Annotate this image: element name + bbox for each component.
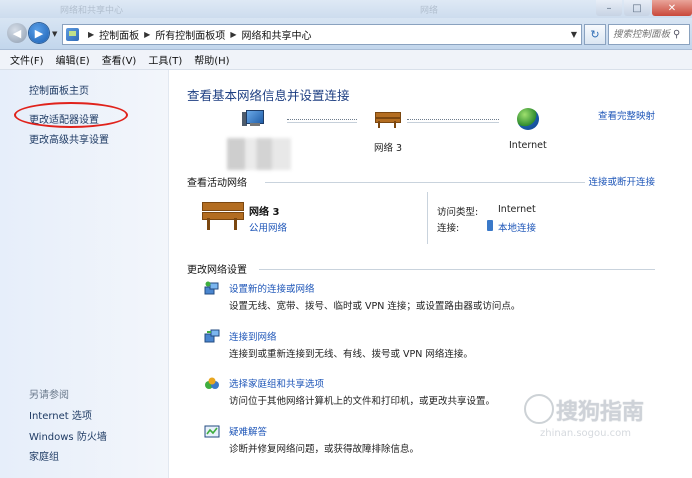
refresh-icon: ↻ — [590, 28, 600, 41]
menu-help[interactable]: 帮助(H) — [194, 52, 229, 67]
watermark-text: 搜狗指南 — [556, 400, 645, 425]
computer-name-blurred — [227, 138, 291, 170]
menu-edit[interactable]: 编辑(E) — [56, 52, 90, 67]
title-bar: 网络和共享中心 网络 – □ ✕ — [0, 0, 692, 18]
address-dropdown-icon[interactable]: ▼ — [571, 30, 577, 39]
task-homegroup-desc: 访问位于其他网络计算机上的文件和打印机，或更改共享设置。 — [229, 396, 496, 407]
active-networks-heading: 查看活动网络 — [187, 178, 247, 189]
bench-icon-large — [202, 200, 244, 230]
new-connection-icon — [204, 281, 219, 295]
back-button[interactable]: ◀ — [7, 23, 27, 43]
connection-line — [407, 119, 499, 120]
arrow-right-icon: ▶ — [34, 26, 44, 40]
control-panel-icon — [66, 28, 79, 41]
sogou-logo-icon — [524, 394, 554, 424]
close-icon[interactable]: ✕ — [652, 0, 692, 16]
task-troubleshoot-desc: 诊断并修复网络问题，或获得故障排除信息。 — [229, 444, 420, 455]
network-adapter-icon — [487, 220, 493, 231]
refresh-button[interactable]: ↻ — [584, 24, 606, 45]
network-type-link[interactable]: 公用网络 — [249, 220, 287, 234]
search-input[interactable] — [609, 28, 673, 41]
sidebar-control-panel-home[interactable]: 控制面板主页 — [29, 82, 89, 97]
access-type-label: 访问类型: — [437, 207, 479, 218]
arrow-left-icon: ◀ — [12, 26, 22, 40]
search-box[interactable]: ⚲ — [608, 24, 690, 45]
connection-label: 连接: — [437, 223, 460, 234]
task-troubleshoot-link[interactable]: 疑难解答 — [229, 424, 267, 438]
maximize-icon[interactable]: □ — [624, 0, 650, 16]
breadcrumb-control-panel[interactable]: 控制面板 — [99, 27, 139, 42]
divider-vertical — [427, 192, 428, 244]
navigation-bar: ◀ ▶ ▼ ▶ 控制面板 ▶ 所有控制面板项 ▶ 网络和共享中心 ▼ ↻ ⚲ — [0, 18, 692, 50]
troubleshoot-icon — [204, 425, 220, 438]
view-full-map-link[interactable]: 查看完整映射 — [598, 108, 655, 122]
menu-tools[interactable]: 工具(T) — [148, 52, 182, 67]
chevron-right-icon[interactable]: ▶ — [144, 30, 150, 39]
active-network-name: 网络 3 — [249, 207, 280, 218]
task-setup-connection-link[interactable]: 设置新的连接或网络 — [229, 281, 315, 295]
divider — [259, 269, 655, 270]
sidebar: 控制面板主页 更改适配器设置 更改高级共享设置 另请参阅 Internet 选项… — [0, 70, 169, 478]
homegroup-icon — [205, 377, 219, 389]
breadcrumb-all-items[interactable]: 所有控制面板项 — [155, 27, 225, 42]
forward-button[interactable]: ▶ — [29, 23, 49, 43]
annotation-red-circle — [14, 102, 128, 128]
sogou-watermark: 搜狗指南 zhinan.sogou.com — [524, 392, 692, 442]
globe-icon — [517, 108, 539, 130]
sidebar-change-advanced-sharing[interactable]: 更改高级共享设置 — [29, 131, 109, 146]
sidebar-windows-firewall[interactable]: Windows 防火墙 — [29, 428, 107, 443]
map-network-label: 网络 3 — [374, 143, 403, 154]
connection-line — [287, 119, 357, 120]
sidebar-homegroup[interactable]: 家庭组 — [29, 448, 59, 463]
connect-disconnect-link[interactable]: 连接或断开连接 — [588, 174, 655, 188]
chevron-right-icon[interactable]: ▶ — [230, 30, 236, 39]
search-icon[interactable]: ⚲ — [673, 29, 687, 40]
menu-file[interactable]: 文件(F) — [10, 52, 44, 67]
sidebar-see-also-heading: 另请参阅 — [29, 390, 69, 401]
map-internet-label: Internet — [509, 140, 547, 151]
watermark-url: zhinan.sogou.com — [540, 428, 632, 439]
access-type-value: Internet — [498, 204, 536, 215]
bench-icon — [375, 110, 401, 128]
history-dropdown-icon[interactable]: ▼ — [52, 30, 57, 38]
task-connect-network-link[interactable]: 连接到网络 — [229, 329, 277, 343]
menu-bar: 文件(F) 编辑(E) 查看(V) 工具(T) 帮助(H) — [0, 50, 692, 70]
sidebar-internet-options[interactable]: Internet 选项 — [29, 407, 92, 422]
menu-view[interactable]: 查看(V) — [102, 52, 137, 67]
local-connection-link[interactable]: 本地连接 — [498, 220, 536, 234]
minimize-icon[interactable]: – — [596, 0, 622, 16]
page-title: 查看基本网络信息并设置连接 — [187, 88, 350, 103]
window-controls: – □ ✕ — [594, 0, 692, 18]
breadcrumb-network-center[interactable]: 网络和共享中心 — [241, 27, 311, 42]
change-settings-heading: 更改网络设置 — [187, 265, 247, 276]
connect-network-icon — [204, 329, 220, 343]
divider — [265, 182, 585, 183]
chevron-right-icon[interactable]: ▶ — [88, 30, 94, 39]
title-ghost-left: 网络和共享中心 — [60, 6, 124, 16]
title-ghost-mid: 网络 — [420, 6, 439, 16]
task-setup-connection-desc: 设置无线、宽带、拨号、临时或 VPN 连接；或设置路由器或访问点。 — [229, 301, 521, 312]
task-homegroup-link[interactable]: 选择家庭组和共享选项 — [229, 376, 324, 390]
task-connect-network-desc: 连接到或重新连接到无线、有线、拨号或 VPN 网络连接。 — [229, 349, 473, 360]
address-bar[interactable]: ▶ 控制面板 ▶ 所有控制面板项 ▶ 网络和共享中心 ▼ — [62, 24, 582, 45]
computer-icon — [242, 110, 264, 126]
